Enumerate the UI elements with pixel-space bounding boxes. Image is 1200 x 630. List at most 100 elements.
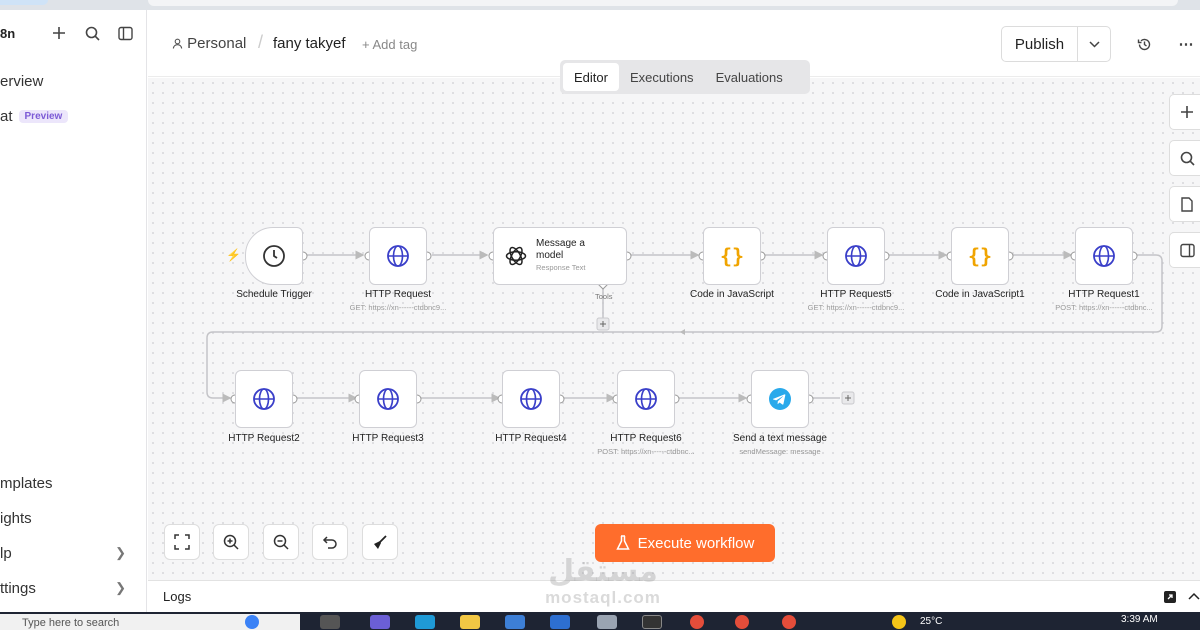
node-label: HTTP Request3	[352, 433, 424, 444]
fit-view-button[interactable]	[164, 524, 200, 560]
zoom-in-icon	[223, 534, 239, 550]
node-sublabel: POST: https://xn------ctdbnc...	[597, 447, 695, 456]
undo-icon	[322, 536, 337, 549]
node-message-model[interactable]: Message a model Response Text	[493, 227, 627, 285]
file-explorer-icon[interactable]	[460, 615, 480, 629]
node-http-request5[interactable]	[827, 227, 885, 285]
flask-icon	[615, 535, 630, 550]
sidebar-item-help[interactable]: lp ❯	[0, 545, 140, 562]
node-http-request4[interactable]	[502, 370, 560, 428]
search-icon[interactable]	[81, 22, 103, 44]
chevron-right-icon: ❯	[115, 580, 126, 595]
trigger-bolt-icon: ⚡	[226, 248, 241, 262]
mail-icon[interactable]	[550, 615, 570, 629]
add-node-button[interactable]	[1169, 94, 1200, 130]
copilot-icon[interactable]	[370, 615, 390, 629]
node-sublabel: GET: https://xn------ctdbnc9...	[349, 303, 447, 312]
breadcrumb-project[interactable]: Personal	[172, 35, 246, 52]
store-icon[interactable]	[505, 615, 525, 629]
sidebar-item-settings[interactable]: ttings ❯	[0, 580, 140, 597]
node-http-request3[interactable]	[359, 370, 417, 428]
chevron-up-icon[interactable]	[1188, 591, 1200, 601]
search-icon	[1180, 151, 1195, 166]
node-http-request6[interactable]	[617, 370, 675, 428]
sidebar-item-chat[interactable]: at Preview	[0, 108, 69, 125]
terminal-icon[interactable]	[642, 615, 662, 629]
fit-view-icon	[174, 534, 190, 550]
globe-icon	[845, 245, 867, 267]
arrow-left-icon	[680, 329, 685, 335]
chevron-down-icon[interactable]	[1078, 27, 1110, 61]
weather-icon	[892, 615, 906, 629]
task-view-icon[interactable]	[320, 615, 340, 629]
notepad-icon[interactable]	[597, 615, 617, 629]
tab-evaluations[interactable]: Evaluations	[705, 63, 794, 91]
browser-address-bar[interactable]	[148, 0, 1178, 6]
note-icon	[1181, 196, 1193, 212]
search-nodes-button[interactable]	[1169, 140, 1200, 176]
clock-time[interactable]: 3:39 AM	[1121, 614, 1158, 625]
chevron-right-icon: ❯	[115, 545, 126, 560]
plus-icon	[1181, 106, 1193, 118]
broom-icon	[374, 535, 387, 549]
globe-icon	[377, 388, 399, 410]
node-schedule-trigger[interactable]	[245, 227, 303, 285]
node-code-javascript1[interactable]: {}	[951, 227, 1009, 285]
clock-icon	[263, 245, 285, 267]
sticky-note-button[interactable]	[1169, 186, 1200, 222]
sidebar-item-templates[interactable]: mplates	[0, 475, 53, 492]
node-label: HTTP Request1	[1068, 289, 1140, 300]
history-icon[interactable]	[1134, 34, 1154, 54]
globe-icon	[635, 388, 657, 410]
node-label: Send a text message	[733, 433, 827, 444]
workflow-canvas[interactable]: ⚡ Schedule Trigger HTTP Request GET: htt…	[148, 78, 1200, 580]
cortana-icon[interactable]	[245, 615, 259, 629]
more-options-icon[interactable]: ⋯	[1176, 34, 1196, 54]
logs-label: Logs	[163, 589, 192, 604]
add-node-plus[interactable]	[841, 391, 855, 405]
globe-icon	[253, 388, 275, 410]
sidebar: 8n erview at Preview mplates ights lp ❯ tt…	[0, 10, 147, 612]
popout-icon[interactable]	[1163, 590, 1177, 604]
node-code-javascript[interactable]: {}	[703, 227, 761, 285]
tab-executions[interactable]: Executions	[619, 63, 705, 91]
connection	[206, 254, 1163, 403]
add-icon[interactable]	[48, 22, 70, 44]
sidebar-toggle-icon[interactable]	[114, 22, 136, 44]
globe-icon	[387, 245, 409, 267]
undo-button[interactable]	[312, 524, 348, 560]
globe-icon	[1093, 245, 1115, 267]
node-http-request2[interactable]	[235, 370, 293, 428]
openai-icon	[505, 246, 527, 266]
os-taskbar: Type here to search 25°C 3:39 AM	[0, 612, 1200, 630]
connections	[206, 250, 1163, 405]
publish-button[interactable]: Publish	[1002, 27, 1078, 61]
node-http-request[interactable]	[369, 227, 427, 285]
watermark: مستقل mostaql.com	[545, 554, 661, 607]
tab-editor[interactable]: Editor	[563, 63, 619, 91]
add-tool-plus[interactable]	[596, 317, 610, 331]
sidebar-item-insights[interactable]: ights	[0, 510, 32, 527]
node-telegram-send[interactable]	[751, 370, 809, 428]
node-label: HTTP Request6	[610, 433, 682, 444]
browser-tab[interactable]	[0, 0, 48, 5]
edge-icon[interactable]	[415, 615, 435, 629]
braces-icon: {}	[719, 244, 745, 268]
chrome-icon[interactable]	[782, 615, 796, 629]
node-http-request1[interactable]	[1075, 227, 1133, 285]
panel-icon	[1179, 243, 1195, 257]
user-icon	[172, 38, 183, 49]
add-tag-link[interactable]: + Add tag	[362, 37, 417, 52]
node-sublabel: sendMessage: message	[739, 447, 821, 456]
node-subtitle: Response Text	[536, 263, 586, 272]
chrome-icon[interactable]	[735, 615, 749, 629]
zoom-in-button[interactable]	[213, 524, 249, 560]
zoom-out-button[interactable]	[263, 524, 299, 560]
weather-text: 25°C	[920, 616, 943, 627]
tools-label: Tools	[595, 292, 613, 301]
chrome-icon[interactable]	[690, 615, 704, 629]
workflow-name[interactable]: fany takyef	[273, 35, 346, 52]
sidebar-item-overview[interactable]: erview	[0, 73, 43, 90]
panel-toggle-button[interactable]	[1169, 232, 1200, 268]
tidy-up-button[interactable]	[362, 524, 398, 560]
